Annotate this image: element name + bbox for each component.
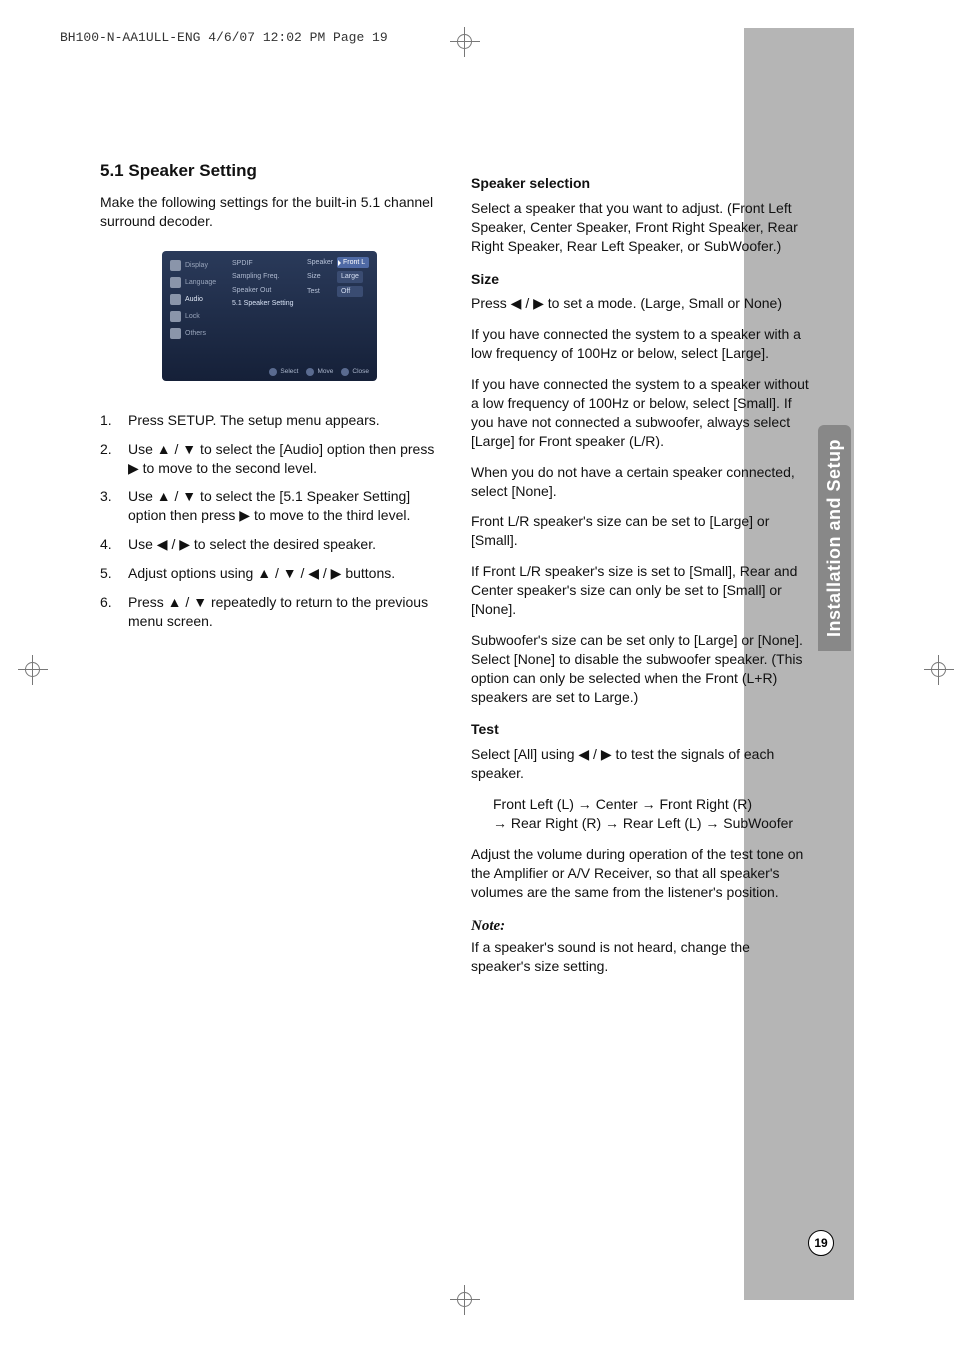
osd-footer: Select Move Close <box>269 368 369 377</box>
steps-list: Press SETUP. The setup menu appears. Use… <box>100 411 439 631</box>
osd-menu-audio: Audio <box>185 295 203 304</box>
test-heading: Test <box>471 720 810 739</box>
size-p3: If you have connected the system to a sp… <box>471 375 810 451</box>
test-p1: Select [All] using ◀ / ▶ to test the sig… <box>471 745 810 783</box>
size-p6: If Front L/R speaker's size is set to [S… <box>471 562 810 619</box>
osd-right-panel: Speaker Front L Size Large Test Off <box>307 257 371 300</box>
registration-mark-bottom <box>450 1285 480 1315</box>
osd-mid-menu: SPDIF Sampling Freq. Speaker Out 5.1 Spe… <box>232 257 300 311</box>
test-chain: Front Left (L) → Center → Front Right (R… <box>471 795 810 833</box>
header-slug: BH100-N-AA1ULL-ENG 4/6/07 12:02 PM Page … <box>60 30 388 45</box>
osd-spdif: SPDIF <box>232 257 300 270</box>
content-area: 5.1 Speaker Setting Make the following s… <box>100 160 810 988</box>
note-body: If a speaker's sound is not heard, chang… <box>471 938 810 976</box>
osd-speaker-value: Front L <box>337 257 369 268</box>
registration-mark-right <box>924 655 954 685</box>
size-p1: Press ◀ / ▶ to set a mode. (Large, Small… <box>471 294 810 313</box>
left-column: 5.1 Speaker Setting Make the following s… <box>100 160 439 988</box>
registration-mark-top <box>450 27 480 57</box>
osd-test-value: Off <box>337 286 363 297</box>
osd-left-menu: Display Language Audio Lock Others <box>168 257 226 342</box>
step-5: Adjust options using ▲ / ▼ / ◀ / ▶ butto… <box>100 564 439 583</box>
osd-select: Select <box>280 368 298 377</box>
osd-close: Close <box>352 368 369 377</box>
osd-test-label: Test <box>307 287 333 296</box>
size-p5: Front L/R speaker's size can be set to [… <box>471 512 810 550</box>
intro-text: Make the following settings for the buil… <box>100 193 439 231</box>
osd-menu-lock: Lock <box>185 312 200 321</box>
osd-screenshot: Display Language Audio Lock Others SPDIF… <box>162 251 377 381</box>
step-6: Press ▲ / ▼ repeatedly to return to the … <box>100 593 439 631</box>
osd-menu-display: Display <box>185 261 208 270</box>
osd-speaker-label: Speaker <box>307 258 333 267</box>
step-3: Use ▲ / ▼ to select the [5.1 Speaker Set… <box>100 487 439 525</box>
osd-51-setting: 5.1 Speaker Setting <box>232 297 300 310</box>
page-number: 19 <box>808 1230 834 1256</box>
size-p2: If you have connected the system to a sp… <box>471 325 810 363</box>
osd-move: Move <box>317 368 333 377</box>
size-p4: When you do not have a certain speaker c… <box>471 463 810 501</box>
osd-size-value: Large <box>337 271 363 282</box>
osd-size-label: Size <box>307 272 333 281</box>
language-icon <box>170 277 181 288</box>
step-2: Use ▲ / ▼ to select the [Audio] option t… <box>100 440 439 478</box>
registration-mark-left <box>18 655 48 685</box>
size-p7: Subwoofer's size can be set only to [Lar… <box>471 631 810 707</box>
osd-menu-language: Language <box>185 278 216 287</box>
enter-icon <box>269 368 277 376</box>
close-icon <box>341 368 349 376</box>
section-heading: 5.1 Speaker Setting <box>100 160 439 183</box>
move-icon <box>306 368 314 376</box>
osd-sampling: Sampling Freq. <box>232 270 300 283</box>
display-icon <box>170 260 181 271</box>
osd-menu-others: Others <box>185 329 206 338</box>
test-chain-1: Front Left (L) → Center → Front Right (R… <box>493 795 810 814</box>
step-1: Press SETUP. The setup menu appears. <box>100 411 439 430</box>
others-icon <box>170 328 181 339</box>
step-4: Use ◀ / ▶ to select the desired speaker. <box>100 535 439 554</box>
test-p2: Adjust the volume during operation of th… <box>471 845 810 902</box>
speaker-selection-heading: Speaker selection <box>471 174 810 193</box>
osd-speaker-out: Speaker Out <box>232 284 300 297</box>
lock-icon <box>170 311 181 322</box>
right-column: Speaker selection Select a speaker that … <box>471 160 810 988</box>
audio-icon <box>170 294 181 305</box>
size-heading: Size <box>471 270 810 289</box>
test-chain-2: → Rear Right (R) → Rear Left (L) → SubWo… <box>493 814 810 833</box>
section-tab: Installation and Setup <box>818 425 851 651</box>
note-heading: Note: <box>471 916 810 936</box>
speaker-selection-body: Select a speaker that you want to adjust… <box>471 199 810 256</box>
